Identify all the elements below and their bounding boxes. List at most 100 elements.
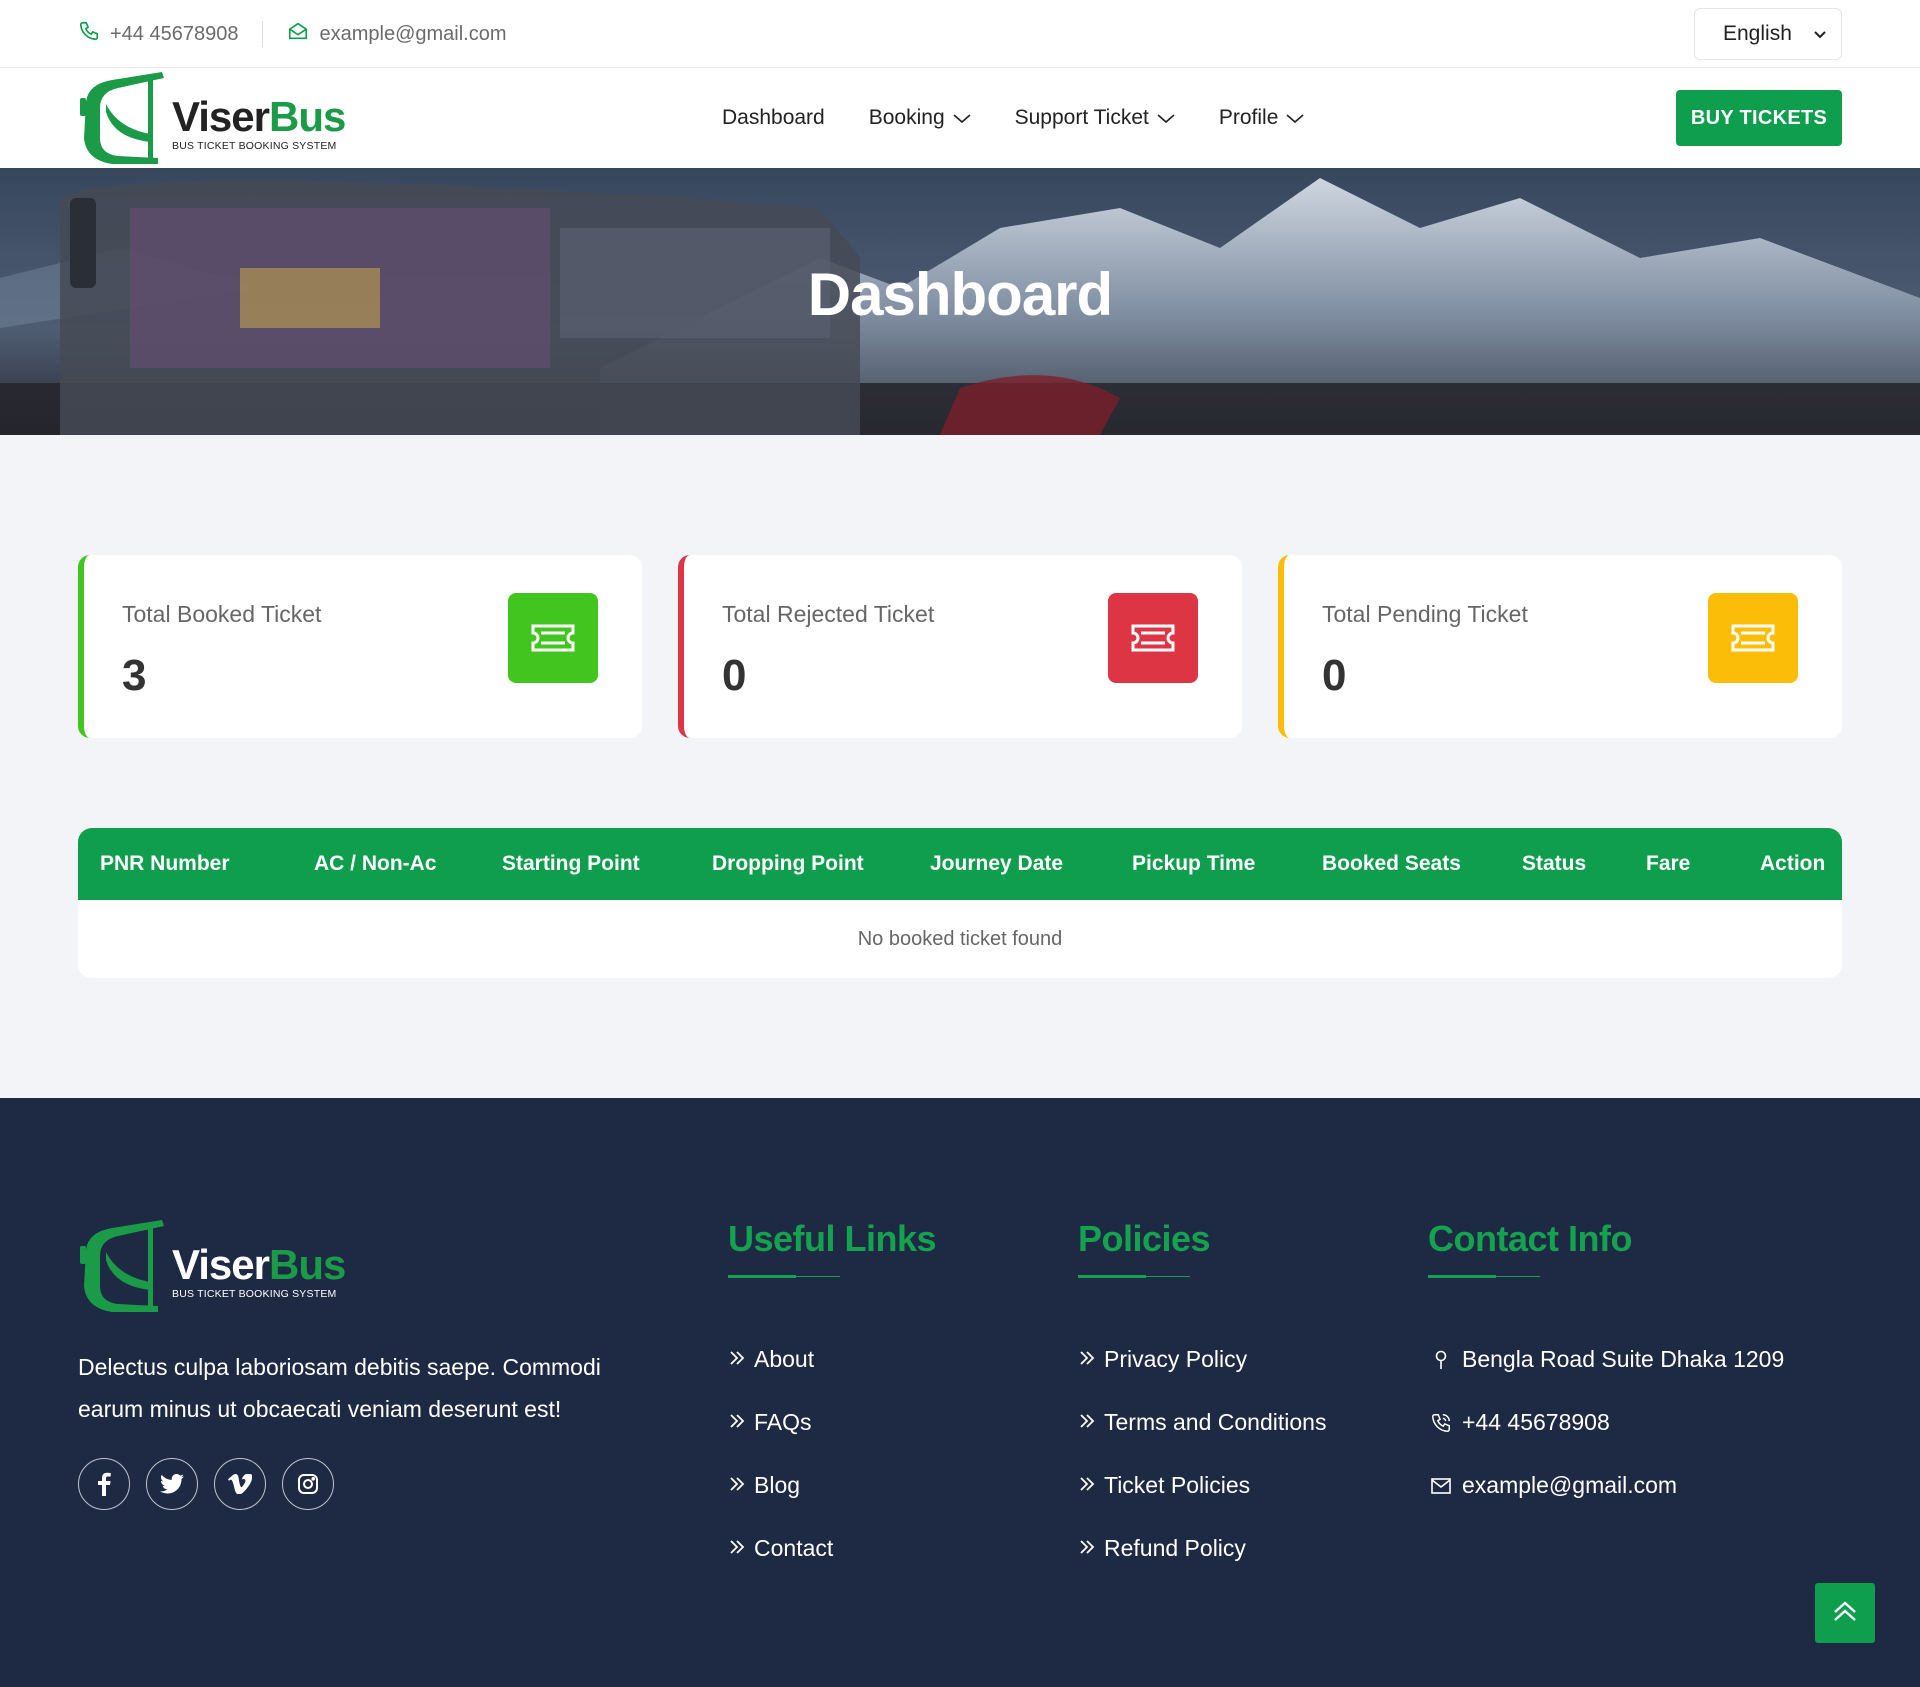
footer-link-label: Ticket Policies — [1104, 1472, 1251, 1498]
language-select[interactable]: English — [1694, 8, 1842, 60]
footer-phone-text: +44 45678908 — [1462, 1409, 1610, 1435]
logo-brand-first: Viser — [172, 93, 270, 140]
footer-phone[interactable]: +44 45678908 — [1428, 1391, 1784, 1454]
footer-link-terms[interactable]: Terms and Conditions — [1078, 1391, 1326, 1454]
chevron-down-icon — [1286, 106, 1304, 130]
footer-link-ticket-policies[interactable]: Ticket Policies — [1078, 1454, 1326, 1517]
hero-banner: Dashboard — [0, 168, 1920, 435]
useful-links-title: Useful Links — [728, 1218, 937, 1259]
col-dropping-point: Dropping Point — [712, 852, 864, 875]
top-phone-text: +44 45678908 — [110, 22, 239, 45]
nav-booking-label: Booking — [868, 106, 945, 129]
ticket-icon — [508, 593, 598, 683]
double-chevron-right-icon — [1078, 1409, 1096, 1436]
top-phone[interactable]: +44 45678908 — [78, 20, 238, 48]
envelope-icon — [1428, 1477, 1454, 1494]
stat-label: Total Booked Ticket — [122, 601, 322, 627]
logo-tagline: BUS TICKET BOOKING SYSTEM — [172, 140, 337, 152]
footer-policies: Policies Privacy Policy Terms and Condit… — [1078, 1218, 1326, 1580]
nav-dashboard-label: Dashboard — [722, 106, 825, 129]
footer-link-contact[interactable]: Contact — [728, 1517, 936, 1580]
double-chevron-right-icon — [728, 1535, 746, 1562]
footer-logo[interactable]: ViserBus BUS TICKET BOOKING SYSTEM — [78, 1216, 346, 1316]
footer-logo-text: ViserBus BUS TICKET BOOKING SYSTEM — [172, 1241, 346, 1301]
col-starting-point: Starting Point — [502, 852, 640, 875]
footer-link-label: Refund Policy — [1104, 1535, 1246, 1561]
col-status: Status — [1522, 852, 1587, 875]
footer-logo-brand: ViserBus — [172, 1241, 346, 1288]
col-journey-date: Journey Date — [930, 852, 1064, 875]
stat-value: 0 — [1322, 651, 1347, 700]
twitter-icon[interactable] — [146, 1458, 198, 1510]
double-chevron-right-icon — [1078, 1346, 1096, 1373]
stat-card-booked: Total Booked Ticket 3 — [78, 555, 642, 738]
vimeo-icon[interactable] — [214, 1458, 266, 1510]
footer-link-label: Terms and Conditions — [1104, 1409, 1327, 1435]
social-links — [78, 1458, 334, 1510]
footer-link-label: Contact — [754, 1535, 834, 1561]
logo-brand-second: Bus — [269, 93, 346, 140]
col-fare: Fare — [1646, 852, 1691, 875]
footer-contact-info: Contact Info Bengla Road Suite Dhaka 120… — [1428, 1218, 1784, 1517]
page-title: Dashboard — [807, 261, 1113, 328]
policies-title: Policies — [1078, 1218, 1211, 1259]
table-header: PNR Number AC / Non-Ac Starting Point Dr… — [78, 828, 1842, 900]
facebook-icon[interactable] — [78, 1458, 130, 1510]
footer-link-about[interactable]: About — [728, 1328, 936, 1391]
chevron-down-icon — [1813, 22, 1827, 46]
col-action: Action — [1760, 852, 1826, 875]
footer-logo-brand-first: Viser — [172, 1241, 270, 1288]
site-logo[interactable]: ViserBus BUS TICKET BOOKING SYSTEM — [78, 68, 346, 168]
double-chevron-right-icon — [1078, 1472, 1096, 1499]
footer-link-label: Privacy Policy — [1104, 1346, 1248, 1372]
nav-support-ticket[interactable]: Support Ticket — [1015, 106, 1175, 130]
chevron-down-icon — [1157, 106, 1175, 130]
language-selected: English — [1723, 22, 1792, 45]
footer-link-refund-policy[interactable]: Refund Policy — [1078, 1517, 1326, 1580]
main-nav: Dashboard Booking Support Ticket Profile — [722, 106, 1348, 130]
nav-support-ticket-label: Support Ticket — [1014, 106, 1149, 129]
empty-message: No booked ticket found — [857, 927, 1063, 950]
nav-booking[interactable]: Booking — [869, 106, 971, 130]
footer-about-text: Delectus culpa laboriosam debitis saepe.… — [78, 1354, 601, 1422]
bus-logo-icon — [80, 72, 164, 164]
chevron-down-icon — [953, 106, 971, 130]
footer-logo-tagline: BUS TICKET BOOKING SYSTEM — [172, 1288, 337, 1300]
top-email-text: example@gmail.com — [319, 22, 507, 45]
top-bar: +44 45678908 example@gmail.com English — [0, 0, 1920, 68]
col-pickup-time: Pickup Time — [1132, 852, 1256, 875]
stat-card-rejected: Total Rejected Ticket 0 — [678, 555, 1242, 738]
stat-label: Total Pending Ticket — [1322, 601, 1528, 627]
stat-value: 3 — [122, 651, 147, 700]
footer-useful-links: Useful Links About FAQs Blog Contact — [728, 1218, 937, 1580]
map-pin-icon — [1428, 1350, 1454, 1370]
site-footer: ViserBus BUS TICKET BOOKING SYSTEM Delec… — [0, 1098, 1920, 1687]
footer-link-faqs[interactable]: FAQs — [728, 1391, 936, 1454]
double-chevron-right-icon — [1078, 1535, 1096, 1562]
envelope-open-icon — [287, 20, 309, 48]
logo-text: ViserBus BUS TICKET BOOKING SYSTEM — [172, 93, 346, 153]
nav-profile[interactable]: Profile — [1219, 106, 1305, 130]
stat-value: 0 — [722, 651, 747, 700]
double-chevron-right-icon — [728, 1346, 746, 1373]
nav-dashboard[interactable]: Dashboard — [722, 106, 825, 130]
footer-link-privacy-policy[interactable]: Privacy Policy — [1078, 1328, 1326, 1391]
main-header: ViserBus BUS TICKET BOOKING SYSTEM Dashb… — [0, 68, 1920, 168]
back-to-top-button[interactable] — [1815, 1583, 1875, 1643]
instagram-icon[interactable] — [282, 1458, 334, 1510]
stat-card-pending: Total Pending Ticket 0 — [1278, 555, 1842, 738]
stat-label: Total Rejected Ticket — [722, 601, 935, 627]
phone-call-icon — [1428, 1412, 1454, 1434]
footer-email[interactable]: example@gmail.com — [1428, 1454, 1784, 1517]
col-pnr-number: PNR Number — [100, 852, 230, 875]
top-email[interactable]: example@gmail.com — [287, 20, 507, 48]
footer-link-blog[interactable]: Blog — [728, 1454, 936, 1517]
divider — [262, 21, 264, 47]
ticket-icon — [1108, 593, 1198, 683]
title-underline — [1428, 1260, 1784, 1280]
footer-email-text: example@gmail.com — [1462, 1472, 1678, 1498]
contact-info-title: Contact Info — [1428, 1218, 1632, 1259]
buy-tickets-button[interactable]: BUY TICKETS — [1676, 90, 1842, 146]
col-booked-seats: Booked Seats — [1322, 852, 1461, 875]
booked-tickets-table: PNR Number AC / Non-Ac Starting Point Dr… — [78, 828, 1842, 978]
